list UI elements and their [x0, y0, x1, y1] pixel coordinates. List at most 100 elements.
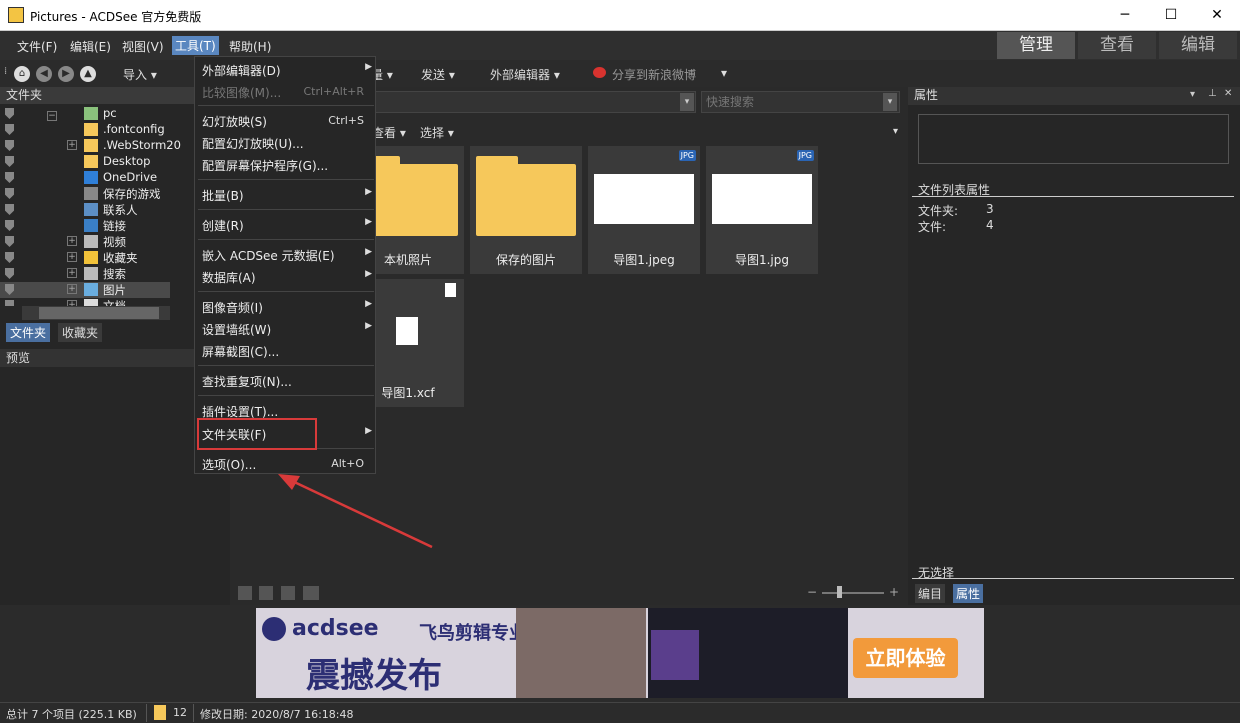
quick-search-input[interactable]: [701, 91, 900, 113]
toolbar-more-button[interactable]: ▾: [721, 66, 727, 80]
tree-item[interactable]: 联系人: [0, 202, 170, 218]
file-badge-icon: [445, 283, 456, 297]
tree-item[interactable]: .fontconfig: [0, 122, 170, 138]
expand-icon[interactable]: +: [67, 140, 77, 150]
tab-favorites[interactable]: 收藏夹: [58, 323, 103, 342]
menu-item-configure-screensaver[interactable]: 配置屏幕保护程序(G)...: [195, 154, 377, 174]
menu-item-database[interactable]: 数据库(A) ▶: [195, 266, 377, 286]
tree-item-label: 收藏夹: [103, 251, 138, 265]
status-divider: [193, 704, 194, 722]
view-menu-button[interactable]: 查看 ▾: [372, 124, 406, 141]
menu-item-embed-metadata[interactable]: 嵌入 ACDSee 元数据(E) ▶: [195, 244, 377, 264]
menu-item-batch[interactable]: 批量(B) ▶: [195, 184, 377, 204]
ad-banner[interactable]: acdsee 飞鸟剪辑专业版4 震撼发布 立即体验: [256, 608, 984, 698]
pin-icon[interactable]: ⊥: [1208, 88, 1217, 99]
menu-file[interactable]: 文件(F): [17, 38, 57, 55]
home-icon[interactable]: ⌂: [14, 66, 30, 82]
tab-catalog[interactable]: 编目: [915, 584, 946, 603]
tree-item[interactable]: 链接: [0, 218, 170, 234]
expand-icon[interactable]: +: [67, 268, 77, 278]
zoom-slider[interactable]: [822, 592, 884, 594]
external-editor-button[interactable]: 外部编辑器 ▾: [490, 66, 560, 83]
tree-item[interactable]: 保存的游戏: [0, 186, 170, 202]
tab-edit[interactable]: 编辑: [1159, 32, 1237, 59]
send-button[interactable]: 发送 ▾: [421, 66, 455, 83]
tab-properties[interactable]: 属性: [953, 584, 984, 603]
tree-item[interactable]: pc: [0, 106, 170, 122]
ad-cta-button[interactable]: 立即体验: [853, 638, 958, 678]
tree-marker-icon: [5, 236, 14, 247]
up-icon[interactable]: ▲: [80, 66, 96, 82]
menu-item-plugin-settings[interactable]: 插件设置(T)...: [195, 400, 377, 420]
window-title: Pictures - ACDSee 官方免费版: [30, 10, 202, 24]
forward-icon[interactable]: ▶: [58, 66, 74, 82]
menu-tools[interactable]: 工具(T): [172, 36, 219, 55]
tile-image-jpeg[interactable]: JPG 导图1.jpeg: [588, 146, 700, 274]
close-button[interactable]: ✕: [1194, 0, 1240, 31]
jpg-badge-icon: JPG: [796, 150, 814, 161]
panel-menu-icon[interactable]: ▾: [1190, 89, 1195, 100]
tree-marker-icon: [5, 140, 14, 151]
maximize-button[interactable]: ☐: [1148, 0, 1194, 31]
tab-view[interactable]: 查看: [1078, 32, 1156, 59]
menu-help[interactable]: 帮助(H): [229, 38, 271, 55]
tree-item[interactable]: + 搜索: [0, 266, 170, 282]
path-dropdown-icon[interactable]: ▾: [680, 93, 694, 111]
submenu-arrow-icon: ▶: [365, 426, 372, 436]
tree-scrollbar-thumb[interactable]: [39, 307, 159, 319]
tab-manage[interactable]: 管理: [997, 32, 1075, 59]
share-weibo-button[interactable]: 分享到新浪微博: [612, 66, 696, 83]
menu-view[interactable]: 视图(V): [122, 38, 164, 55]
ad-brand: acdsee: [292, 616, 379, 641]
sort-dropdown-icon[interactable]: ▾: [893, 126, 898, 137]
menu-item-find-duplicates[interactable]: 查找重复项(N)...: [195, 370, 377, 390]
tree-item[interactable]: + 视频: [0, 234, 170, 250]
tree-item[interactable]: OneDrive: [0, 170, 170, 186]
tree-item[interactable]: Desktop: [0, 154, 170, 170]
tile-image-jpg[interactable]: JPG 导图1.jpg: [706, 146, 818, 274]
tree-item[interactable]: + 图片: [0, 282, 170, 298]
expand-icon[interactable]: +: [67, 252, 77, 262]
tree-marker-icon: [5, 156, 14, 167]
properties-preview-box: [918, 114, 1229, 164]
panel-close-icon[interactable]: ✕: [1224, 88, 1232, 99]
back-icon[interactable]: ◀: [36, 66, 52, 82]
status-total: 总计 7 个项目 (225.1 KB): [6, 708, 137, 721]
menu-item-external-editor[interactable]: 外部编辑器(D) ▶: [195, 59, 377, 79]
tree-item[interactable]: + 文档: [0, 298, 170, 306]
rotate-right-icon[interactable]: [281, 586, 295, 600]
submenu-arrow-icon: ▶: [365, 299, 372, 309]
tile-folder-saved-pictures[interactable]: 保存的图片: [470, 146, 582, 274]
folder-icon: [84, 139, 98, 152]
menu-edit[interactable]: 编辑(E): [70, 38, 111, 55]
mindmap-thumbnail: [594, 174, 694, 224]
tree-marker-icon: [5, 204, 14, 215]
expand-icon[interactable]: +: [67, 284, 77, 294]
search-dropdown-icon[interactable]: ▾: [883, 93, 897, 111]
tree-item-label: 文档: [103, 299, 126, 306]
tools-dropdown-menu: 外部编辑器(D) ▶ 比较图像(M)... Ctrl+Alt+R 幻灯放映(S) Ct…: [194, 56, 376, 474]
tree-item[interactable]: + 收藏夹: [0, 250, 170, 266]
menu-item-screenshot[interactable]: 屏幕截图(C)...: [195, 340, 377, 360]
minimize-button[interactable]: ─: [1102, 0, 1148, 31]
select-menu-button[interactable]: 选择 ▾: [420, 124, 454, 141]
menu-item-set-wallpaper[interactable]: 设置墙纸(W) ▶: [195, 318, 377, 338]
zoom-in-icon[interactable]: +: [889, 585, 899, 599]
menu-item-create[interactable]: 创建(R) ▶: [195, 214, 377, 234]
tab-folders[interactable]: 文件夹: [6, 323, 51, 342]
menu-item-image-audio[interactable]: 图像音频(I) ▶: [195, 296, 377, 316]
menu-item-configure-slideshow[interactable]: 配置幻灯放映(U)...: [195, 132, 377, 152]
import-button[interactable]: 导入 ▾: [123, 66, 157, 83]
compare-icon[interactable]: [303, 586, 319, 600]
tile-caption: 导图1.jpeg: [613, 253, 675, 267]
zoom-out-icon[interactable]: −: [807, 585, 817, 599]
zoom-slider-thumb[interactable]: [837, 586, 842, 598]
tree-item[interactable]: + .WebStorm20: [0, 138, 181, 154]
star-icon: [84, 251, 98, 264]
rotate-tool-icon[interactable]: [238, 586, 252, 600]
tree-marker-icon: [5, 220, 14, 231]
rotate-left-icon[interactable]: [259, 586, 273, 600]
menu-item-slideshow[interactable]: 幻灯放映(S) Ctrl+S: [195, 110, 377, 130]
tree-item-label: .fontconfig: [103, 122, 165, 136]
expand-icon[interactable]: +: [67, 236, 77, 246]
